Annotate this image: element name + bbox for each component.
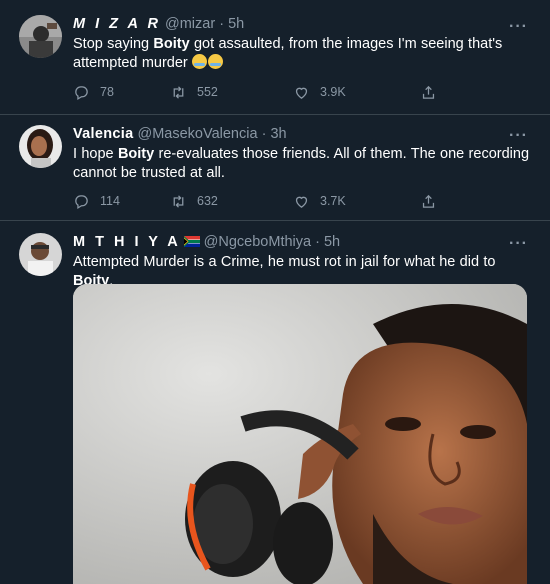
share-button[interactable] (420, 84, 447, 101)
separator: · (315, 234, 320, 250)
avatar[interactable] (19, 125, 62, 168)
crying-face-emoji (192, 54, 208, 69)
more-icon[interactable]: ··· (509, 236, 528, 252)
avatar[interactable] (19, 15, 62, 58)
tweet[interactable]: Valencia @MasekoValencia · 3h I hope Boi… (0, 115, 550, 221)
share-icon (422, 85, 435, 99)
author-name[interactable]: Valencia (73, 126, 133, 142)
tweet-text: Stop saying Boity got assaulted, from th… (73, 36, 503, 71)
retweet-count: 632 (197, 194, 218, 208)
author-handle[interactable]: @mizar (165, 16, 215, 32)
like-icon (295, 87, 308, 99)
author-handle[interactable]: @NgceboMthiya (204, 234, 311, 250)
like-button[interactable]: 3.7K (293, 193, 420, 210)
reply-icon (75, 194, 88, 209)
retweet-button[interactable]: 552 (170, 84, 293, 101)
reply-count: 114 (100, 194, 120, 208)
separator: · (261, 126, 267, 142)
reply-icon (75, 85, 88, 100)
retweet-button[interactable]: 632 (170, 193, 293, 210)
retweet-icon (173, 85, 184, 99)
mention-highlight: Boity (117, 146, 155, 162)
more-icon[interactable]: ··· (509, 19, 528, 35)
mention-highlight: Boity (153, 36, 190, 52)
tweet-photo[interactable] (73, 284, 527, 584)
timestamp[interactable]: 5h (324, 234, 340, 250)
reply-button[interactable]: 78 (73, 84, 170, 101)
reply-count: 78 (100, 85, 114, 99)
separator: · (219, 16, 225, 32)
like-icon (295, 196, 308, 208)
timestamp[interactable]: 3h (270, 126, 286, 142)
like-button[interactable]: 3.9K (293, 84, 420, 101)
crying-face-emoji (208, 54, 224, 69)
avatar[interactable] (19, 233, 62, 276)
reply-button[interactable]: 114 (73, 193, 170, 210)
share-icon (422, 194, 435, 208)
author-name[interactable]: M I Z A R (73, 16, 161, 32)
retweet-icon (173, 194, 184, 208)
timeline: M I Z A R @mizar · 5h Stop saying Boity … (0, 0, 550, 584)
tweet[interactable]: M I Z A R @mizar · 5h Stop saying Boity … (0, 0, 550, 115)
like-count: 3.7K (320, 194, 346, 208)
more-icon[interactable]: ··· (509, 128, 528, 144)
tweet-text: I hope Boity re-evaluates those friends.… (73, 146, 530, 181)
share-button[interactable] (420, 193, 447, 210)
author-handle[interactable]: @MasekoValencia (137, 126, 257, 142)
like-count: 3.9K (320, 85, 346, 99)
south-africa-flag-icon (183, 236, 200, 247)
retweet-count: 552 (197, 85, 218, 99)
timestamp[interactable]: 5h (228, 16, 244, 32)
author-name[interactable]: M T H I Y A (73, 234, 181, 250)
